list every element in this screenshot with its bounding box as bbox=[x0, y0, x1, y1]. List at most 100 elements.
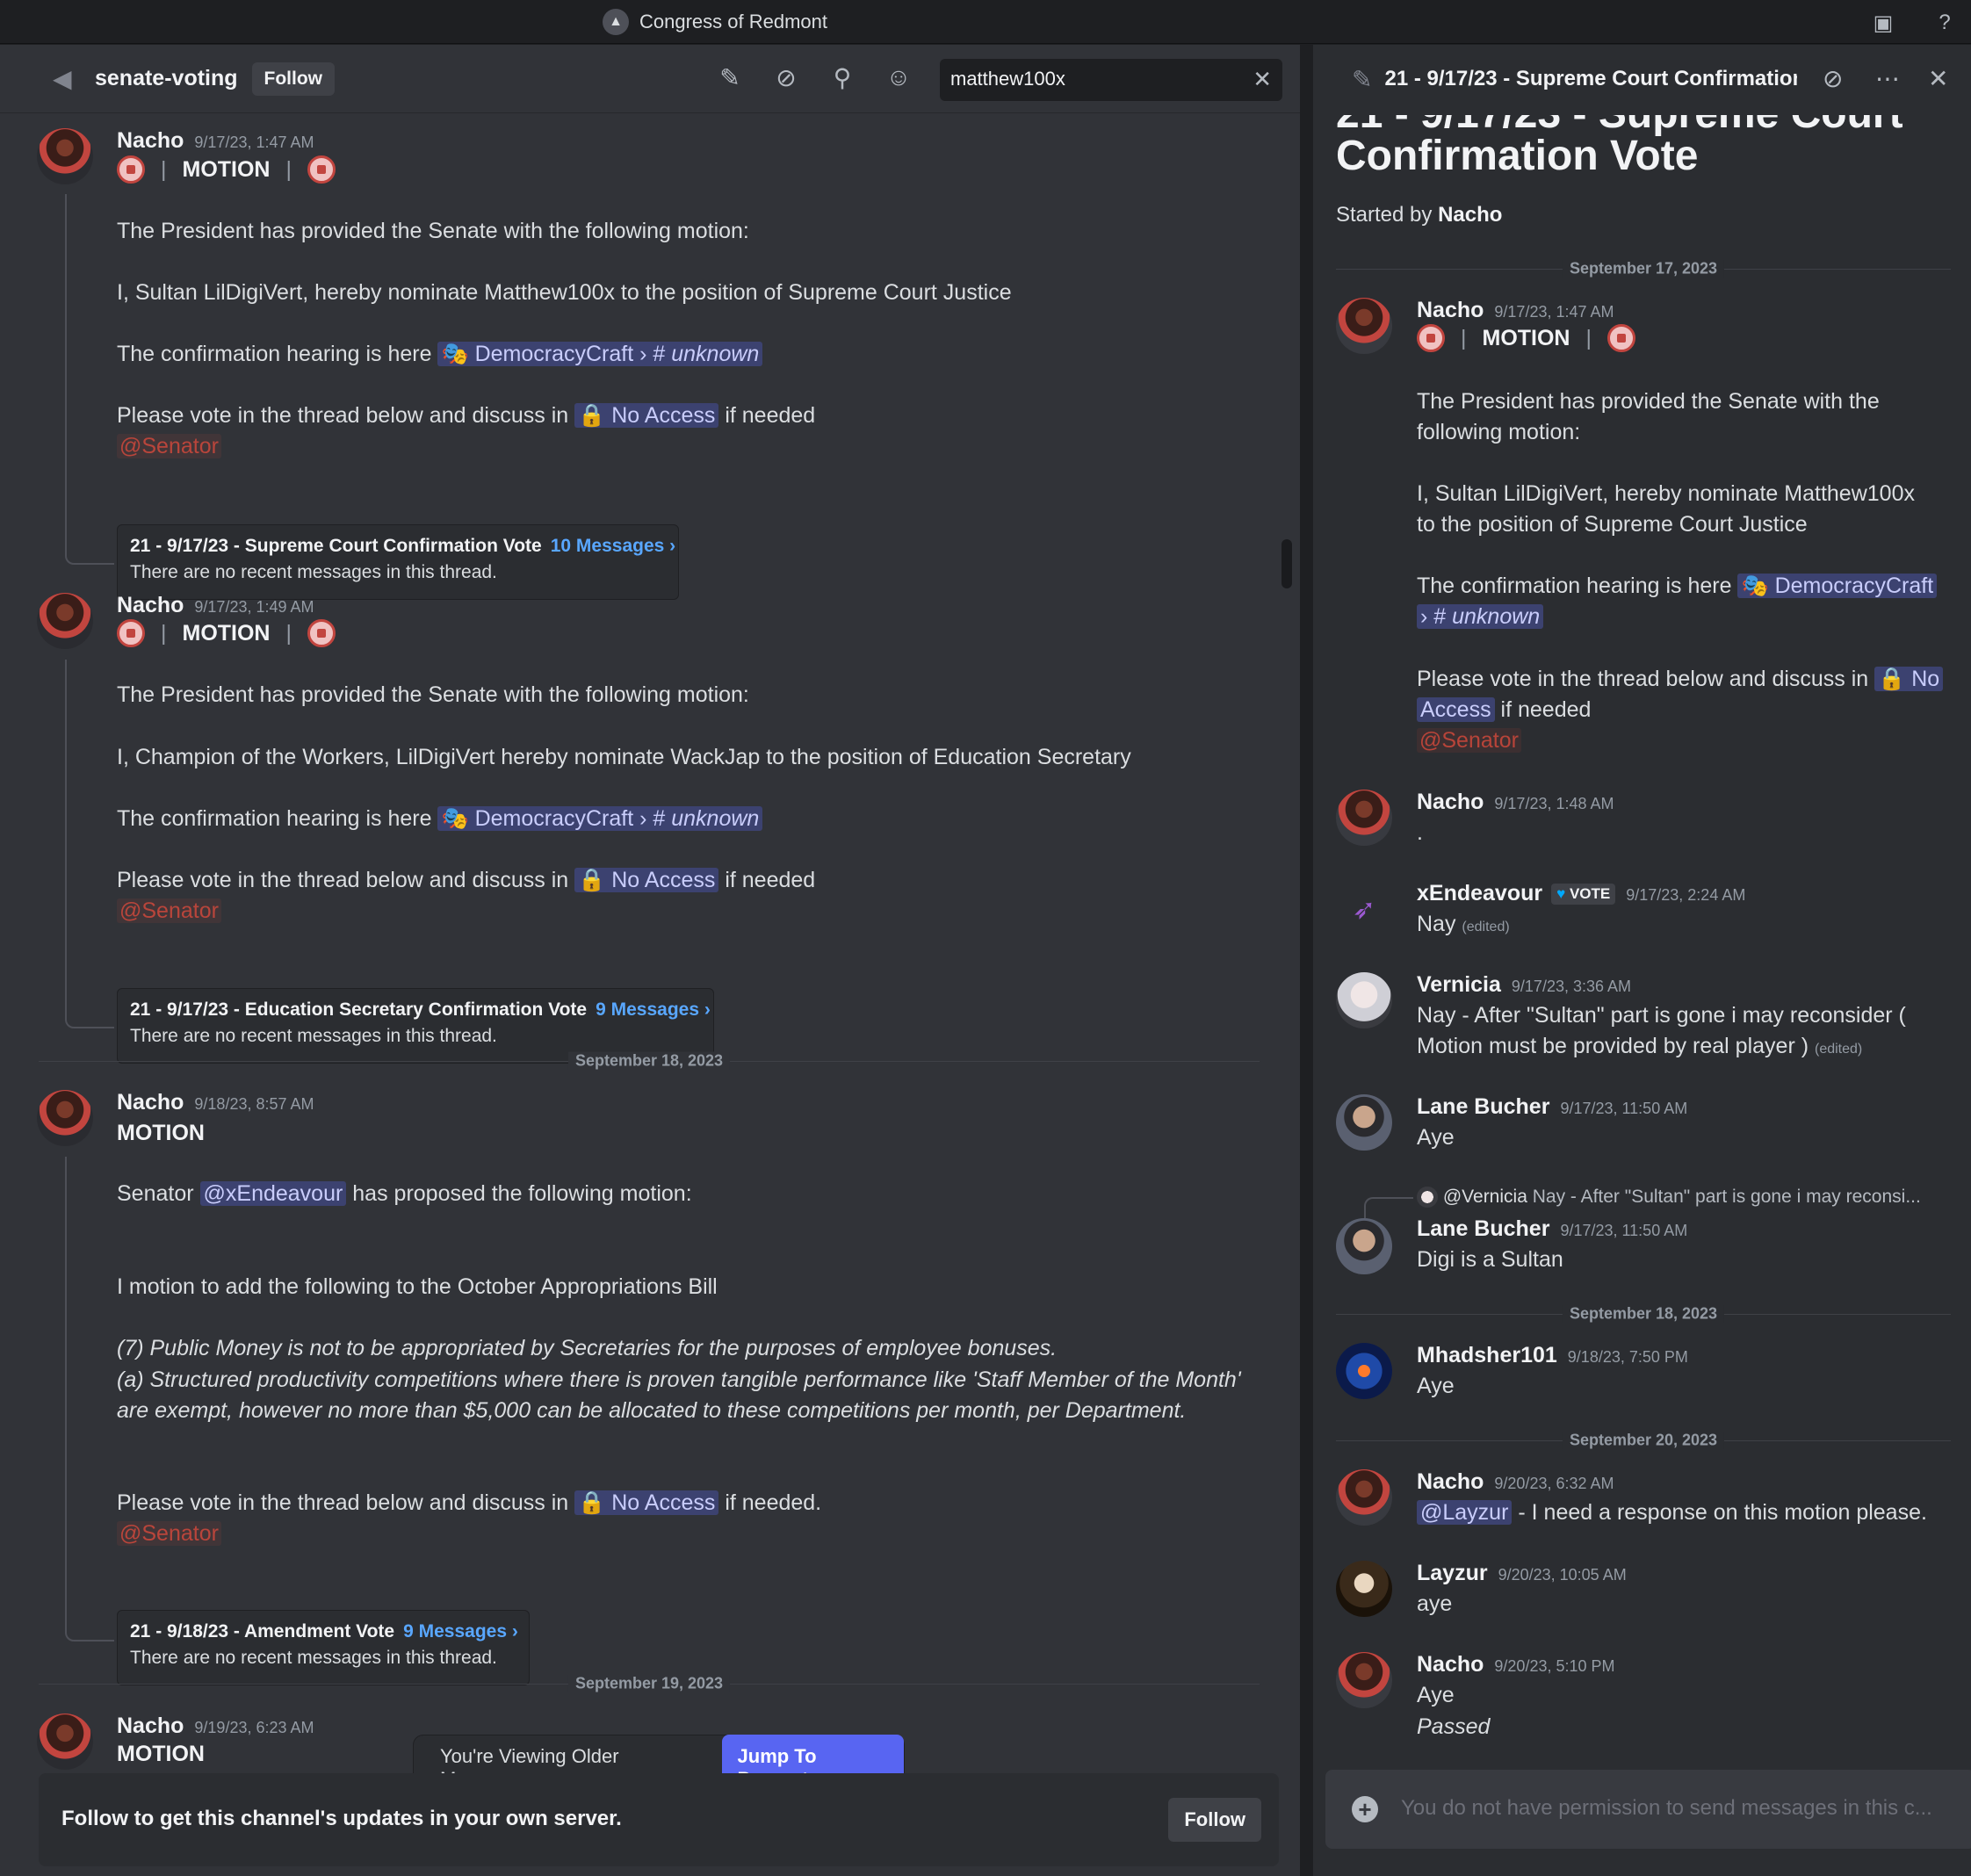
message-text: @Layzur - I need a response on this moti… bbox=[1417, 1500, 1927, 1526]
message-author[interactable]: Mhadsher101 9/18/23, 7:50 PM bbox=[1417, 1343, 1688, 1368]
no-access-link[interactable]: 🔒 No Access bbox=[574, 403, 719, 428]
user-mention[interactable]: @xEndeavour bbox=[199, 1181, 347, 1206]
member-list-icon[interactable]: ☺ bbox=[884, 62, 913, 92]
channel-header: ◀ senate-voting Follow ✎ ⊘ ⚲ ☺ matthew10… bbox=[0, 45, 1300, 113]
channel-name: senate-voting bbox=[95, 66, 238, 90]
thread-preview[interactable]: 21 - 9/17/23 - Supreme Court Confirmatio… bbox=[117, 524, 679, 600]
message-author[interactable]: Nacho 9/19/23, 6:23 AM bbox=[117, 1714, 314, 1739]
thread-preview[interactable]: 21 - 9/18/23 - Amendment Vote 9 Messages … bbox=[117, 1610, 530, 1685]
avatar[interactable] bbox=[37, 128, 93, 184]
avatar[interactable] bbox=[1336, 1469, 1392, 1526]
avatar[interactable] bbox=[37, 593, 93, 649]
date-divider: September 19, 2023 bbox=[39, 1674, 1260, 1693]
role-mention[interactable]: @Senator bbox=[117, 898, 221, 924]
no-access-link[interactable]: Access bbox=[1417, 697, 1495, 722]
motion-heading: MOTION bbox=[117, 1742, 205, 1766]
message-author[interactable]: Nacho 9/17/23, 1:47 AM bbox=[1417, 298, 1614, 323]
thread-pane: 21 - 9/17/23 - Supreme Court ✎ 21 - 9/17… bbox=[1312, 45, 1971, 1876]
inbox-icon[interactable]: ▣ bbox=[1871, 11, 1895, 35]
more-options-icon[interactable]: ⋯ bbox=[1875, 64, 1900, 93]
thread-message-count: 10 Messages › bbox=[550, 536, 676, 556]
help-icon[interactable]: ? bbox=[1932, 11, 1957, 35]
message-text: Senator @xEndeavour has proposed the fol… bbox=[117, 1181, 692, 1206]
message-text: Aye bbox=[1417, 1125, 1455, 1150]
thread-connector bbox=[65, 1013, 114, 1028]
no-access-link[interactable]: 🔒 No Access bbox=[574, 1490, 719, 1515]
message-author[interactable]: Nacho 9/18/23, 8:57 AM bbox=[117, 1090, 314, 1115]
role-mention[interactable]: @Senator bbox=[1417, 728, 1521, 754]
avatar[interactable] bbox=[1336, 1652, 1392, 1708]
heart-icon: ♥ bbox=[1556, 885, 1566, 903]
message-text: I, Champion of the Workers, LilDigiVert … bbox=[117, 745, 1131, 769]
pinned-messages-icon[interactable]: ⚲ bbox=[827, 62, 857, 92]
thread-icon: ✎ bbox=[1352, 65, 1373, 93]
channel-link[interactable]: 🎭 DemocracyCraft › # unknown bbox=[437, 342, 763, 366]
message-author[interactable]: Lane Bucher 9/17/23, 11:50 AM bbox=[1417, 1094, 1687, 1120]
close-icon[interactable]: ✕ bbox=[1928, 64, 1948, 93]
avatar[interactable] bbox=[1336, 1094, 1392, 1151]
channel-link[interactable]: › # unknown bbox=[1417, 604, 1544, 629]
clear-search-icon[interactable]: ✕ bbox=[1253, 66, 1272, 93]
message-text: Nay - After "Sultan" part is gone i may … bbox=[1417, 1003, 1906, 1028]
message-composer[interactable]: + You do not have permission to send mes… bbox=[1325, 1770, 1971, 1849]
follow-button[interactable]: Follow bbox=[251, 61, 336, 96]
reply-reference[interactable]: @Vernicia Nay - After "Sultan" part is g… bbox=[1417, 1187, 1921, 1209]
no-access-link[interactable]: 🔒 No Access bbox=[574, 868, 719, 892]
add-attachment-icon[interactable]: + bbox=[1352, 1796, 1378, 1822]
avatar[interactable] bbox=[37, 1090, 93, 1146]
avatar[interactable] bbox=[1336, 972, 1392, 1028]
avatar[interactable] bbox=[1336, 298, 1392, 354]
reply-connector bbox=[1364, 1197, 1413, 1218]
role-mention[interactable]: @Senator bbox=[117, 1521, 221, 1547]
mute-thread-icon[interactable]: ⊘ bbox=[1823, 64, 1843, 93]
mute-notifications-icon[interactable]: ⊘ bbox=[771, 62, 801, 92]
message-author[interactable]: Nacho 9/20/23, 6:32 AM bbox=[1417, 1469, 1614, 1495]
avatar[interactable] bbox=[37, 1714, 93, 1770]
message-text: Please vote in the thread below and disc… bbox=[117, 1490, 822, 1515]
message-text: Passed bbox=[1417, 1714, 1491, 1739]
role-tag: ♥ VOTE bbox=[1551, 884, 1616, 906]
message-text: to the position of Supreme Court Justice bbox=[1417, 512, 1808, 537]
message-author[interactable]: Lane Bucher 9/17/23, 11:50 AM bbox=[1417, 1216, 1687, 1242]
message-author[interactable]: xEndeavour ♥ VOTE 9/17/23, 2:24 AM bbox=[1417, 881, 1745, 906]
avatar[interactable] bbox=[1336, 1218, 1392, 1274]
user-mention[interactable]: @Layzur bbox=[1417, 1500, 1513, 1525]
message-author[interactable]: Nacho 9/20/23, 5:10 PM bbox=[1417, 1652, 1615, 1678]
message-text: Aye bbox=[1417, 1683, 1455, 1707]
channel-link[interactable]: 🎭 DemocracyCraft bbox=[1737, 574, 1938, 598]
motion-heading: | MOTION | bbox=[117, 155, 336, 184]
scrollbar-thumb[interactable] bbox=[1282, 539, 1292, 588]
emblem-icon bbox=[1417, 324, 1445, 352]
avatar[interactable] bbox=[1336, 1343, 1392, 1399]
emblem-icon bbox=[307, 619, 336, 647]
date-divider: September 18, 2023 bbox=[39, 1051, 1260, 1071]
motion-heading: | MOTION | bbox=[117, 619, 336, 647]
role-mention[interactable]: @Senator bbox=[117, 434, 221, 459]
composer-placeholder: You do not have permission to send messa… bbox=[1401, 1796, 1932, 1820]
avatar[interactable] bbox=[1336, 1561, 1392, 1617]
message-text: I, Sultan LilDigiVert, hereby nominate M… bbox=[117, 280, 1012, 305]
message-author[interactable]: Layzur 9/20/23, 10:05 AM bbox=[1417, 1561, 1627, 1586]
channel-link[interactable]: 🎭 DemocracyCraft › # unknown bbox=[437, 806, 763, 831]
threads-icon[interactable]: ✎ bbox=[715, 62, 745, 92]
message-author[interactable]: Nacho 9/17/23, 1:47 AM bbox=[117, 128, 314, 154]
no-access-link[interactable]: 🔒 No bbox=[1874, 667, 1944, 691]
channel-pane: ◀ senate-voting Follow ✎ ⊘ ⚲ ☺ matthew10… bbox=[0, 45, 1300, 1876]
message-author[interactable]: Nacho 9/17/23, 1:48 AM bbox=[1417, 790, 1614, 815]
avatar[interactable] bbox=[1336, 790, 1392, 846]
message-text: Nay (edited) bbox=[1417, 912, 1510, 936]
emblem-icon bbox=[1607, 324, 1635, 352]
title-bar: ▲ Congress of Redmont ▣ ? bbox=[0, 0, 1971, 44]
follow-bar-button[interactable]: Follow bbox=[1168, 1798, 1261, 1842]
emblem-icon bbox=[117, 619, 145, 647]
search-input[interactable]: matthew100x ✕ bbox=[940, 59, 1282, 101]
announcement-channel-icon: ◀ bbox=[53, 64, 72, 92]
bird-icon: ➶ bbox=[1352, 893, 1376, 925]
avatar[interactable]: ➶ bbox=[1336, 881, 1392, 937]
message-author[interactable]: Nacho 9/17/23, 1:49 AM bbox=[117, 593, 314, 618]
thread-header: ✎ 21 - 9/17/23 - Supreme Court Confirmat… bbox=[1313, 45, 1971, 113]
message-text: Digi is a Sultan bbox=[1417, 1247, 1563, 1272]
message-text: Aye bbox=[1417, 1374, 1455, 1398]
message-author[interactable]: Vernicia 9/17/23, 3:36 AM bbox=[1417, 972, 1631, 998]
thread-connector bbox=[65, 1626, 114, 1642]
